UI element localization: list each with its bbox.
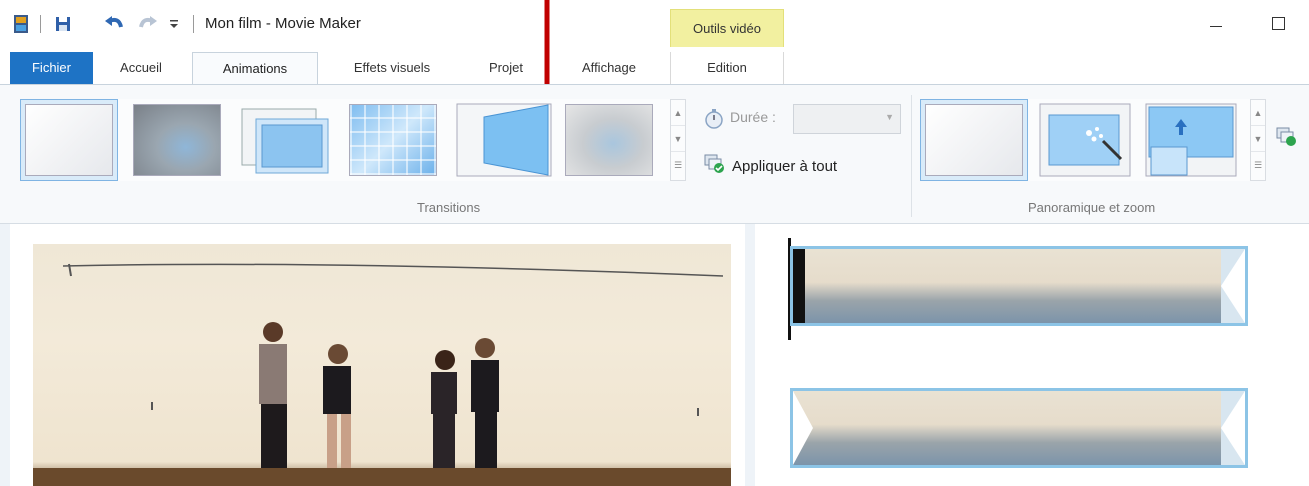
chevron-down-icon: ▼ — [885, 112, 894, 122]
maximize-button[interactable] — [1262, 10, 1294, 36]
duree-input[interactable]: ▼ — [793, 104, 901, 134]
ribbon-tabs: Fichier Accueil Animations Effets visuel… — [0, 52, 1309, 84]
window-title: Mon film - Movie Maker — [205, 15, 361, 32]
clip-frame — [935, 249, 1079, 323]
duree-label: Durée : — [730, 109, 776, 125]
context-group-outils-video: Outils vidéo — [670, 9, 784, 47]
gallery-scroll-down-icon[interactable]: ▼ — [1251, 126, 1265, 152]
preview-pane — [10, 224, 745, 486]
undo-icon[interactable] — [104, 13, 126, 35]
redo-icon[interactable] — [136, 13, 158, 35]
gallery-more-icon[interactable]: ☰ — [1251, 152, 1265, 178]
qat-separator — [193, 15, 194, 33]
group-label-transitions: Transitions — [417, 200, 481, 215]
save-icon[interactable] — [52, 13, 74, 35]
maximize-icon — [1271, 16, 1285, 30]
workspace — [0, 224, 1309, 486]
tab-edition[interactable]: Edition — [670, 52, 784, 84]
transitions-gallery-scroll[interactable]: ▲ ▼ ☰ — [670, 99, 686, 181]
group-separator — [911, 95, 912, 217]
gallery-scroll-up-icon[interactable]: ▲ — [1251, 100, 1265, 126]
transition-cross-zoom[interactable] — [236, 99, 334, 181]
video-preview[interactable] — [33, 244, 731, 486]
tab-fichier[interactable]: Fichier — [10, 52, 93, 84]
transition-dissolve[interactable] — [560, 99, 658, 181]
clip-1[interactable] — [790, 246, 1248, 326]
clip-frame — [793, 391, 937, 465]
clip-frame — [1077, 249, 1221, 323]
minimize-button[interactable] — [1200, 10, 1232, 36]
title-bar: Mon film - Movie Maker Outils vidéo — [0, 0, 1309, 52]
transition-indicator-left — [793, 391, 813, 465]
panzoom-automatic[interactable] — [1036, 99, 1134, 181]
tab-projet[interactable]: Projet — [466, 52, 546, 84]
transition-sweep[interactable] — [452, 99, 556, 181]
transition-indicator — [1221, 249, 1245, 323]
group-label-panzoom: Panoramique et zoom — [1028, 200, 1156, 215]
film-icon[interactable] — [12, 13, 30, 35]
timer-icon — [704, 109, 724, 132]
context-group-label: Outils vidéo — [693, 21, 761, 36]
gallery-scroll-up-icon[interactable]: ▲ — [671, 100, 685, 126]
minimize-icon — [1210, 25, 1222, 27]
clip-frame — [935, 391, 1079, 465]
clip-frame — [1077, 391, 1221, 465]
panzoom-gallery-scroll[interactable]: ▲ ▼ ☰ — [1250, 99, 1266, 181]
clip-2[interactable] — [790, 388, 1248, 468]
transitions-gallery — [20, 99, 670, 181]
apply-all-icon — [704, 154, 726, 178]
panzoom-none[interactable] — [920, 99, 1028, 181]
panzoom-gallery — [920, 99, 1250, 181]
gallery-scroll-down-icon[interactable]: ▼ — [671, 126, 685, 152]
qat-separator — [40, 15, 41, 33]
clip-frame — [805, 249, 949, 323]
qat-dropdown-icon[interactable] — [166, 13, 182, 35]
gallery-more-icon[interactable]: ☰ — [671, 152, 685, 178]
tab-accueil[interactable]: Accueil — [100, 52, 182, 84]
apply-all-button[interactable]: Appliquer à tout — [704, 154, 837, 178]
ribbon: ▲ ▼ ☰ Durée : ▼ Appliquer à tout Transit… — [0, 84, 1309, 224]
transition-mosaic[interactable] — [344, 99, 442, 181]
tab-affichage[interactable]: Affichage — [556, 52, 662, 84]
tab-effets-visuels[interactable]: Effets visuels — [328, 52, 456, 84]
apply-all-panzoom-icon[interactable] — [1276, 127, 1298, 150]
tab-animations[interactable]: Animations — [192, 52, 318, 84]
transition-none[interactable] — [20, 99, 118, 181]
transition-indicator — [1221, 391, 1245, 465]
film-strip-edge — [793, 249, 805, 323]
transition-fade[interactable] — [128, 99, 226, 181]
apply-all-label: Appliquer à tout — [732, 157, 838, 175]
panzoom-pan-up[interactable] — [1142, 99, 1240, 181]
